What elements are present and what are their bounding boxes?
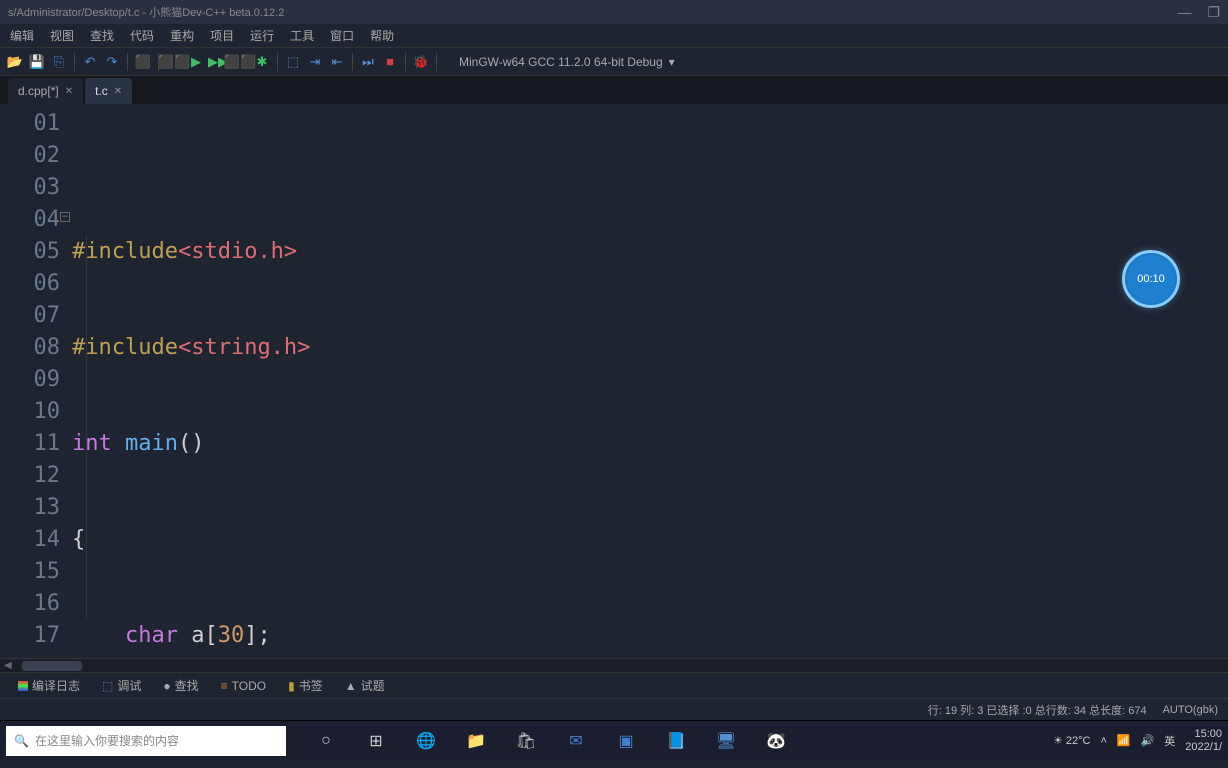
windows-taskbar: 🔍 在这里输入你要搜索的内容 ○ ⊞ 🌐 📁 🛍 ✉ ▣ 📘 🖥 🐼 ☀ 22°… — [0, 720, 1228, 760]
continue-icon[interactable]: ⏭ — [359, 53, 377, 71]
file-tabs: d.cpp[*] ✕ t.c ✕ — [0, 76, 1228, 104]
scrollbar-thumb[interactable] — [22, 661, 82, 671]
timer-widget[interactable]: 00:10 — [1122, 250, 1180, 308]
tab-tc[interactable]: t.c ✕ — [85, 78, 132, 104]
list-icon: ≡ — [221, 679, 228, 693]
tab-label: d.cpp[*] — [18, 84, 59, 98]
menu-tools[interactable]: 工具 — [284, 25, 320, 46]
menu-project[interactable]: 项目 — [204, 25, 240, 46]
clock[interactable]: 15:00 2022/1/ — [1185, 728, 1222, 754]
compile-icon[interactable]: ⬛ — [134, 53, 152, 71]
tab-compile-log[interactable]: 编译日志 — [8, 673, 90, 698]
bottom-panel-tabs: 编译日志 ⬚调试 ●查找 ≡TODO ▮书签 ▲试题 — [0, 672, 1228, 698]
compiler-dropdown[interactable]: MinGW-w64 GCC 11.2.0 64-bit Debug ▾ — [451, 53, 683, 71]
volume-icon[interactable]: 🔊 — [1141, 734, 1155, 747]
save-all-icon[interactable]: ⎘ — [50, 53, 68, 71]
menu-edit[interactable]: 编辑 — [4, 25, 40, 46]
horizontal-scrollbar[interactable]: ◀ — [0, 658, 1228, 672]
tab-problems[interactable]: ▲试题 — [335, 673, 395, 698]
tab-label: t.c — [95, 84, 108, 98]
run-icon[interactable]: ▶ — [187, 53, 205, 71]
stop-icon[interactable]: ■ — [381, 53, 399, 71]
search-icon: ● — [163, 679, 170, 693]
save-icon[interactable]: 💾 — [28, 53, 46, 71]
tray-up-icon[interactable]: ˄ — [1100, 735, 1106, 747]
edge-icon[interactable]: 🌐 — [410, 725, 442, 757]
undo-icon[interactable]: ↶ — [81, 53, 99, 71]
build-icon[interactable]: ⬛⬛ — [165, 53, 183, 71]
bookmark-icon: ▮ — [288, 679, 295, 693]
bars-icon — [18, 681, 28, 691]
tab-dcpp[interactable]: d.cpp[*] ✕ — [8, 78, 83, 104]
menu-help[interactable]: 帮助 — [364, 25, 400, 46]
task-view-icon[interactable]: ⊞ — [360, 725, 392, 757]
flask-icon: ▲ — [345, 679, 357, 693]
step-out-icon[interactable]: ⇤ — [328, 53, 346, 71]
app-icon-3[interactable]: 🖥 — [710, 725, 742, 757]
menu-run[interactable]: 运行 — [244, 25, 280, 46]
debug-icon: ⬚ — [102, 679, 113, 693]
rebuild-icon[interactable]: ⬛⬛ — [231, 53, 249, 71]
close-icon[interactable]: ✕ — [114, 86, 122, 97]
windows-search[interactable]: 🔍 在这里输入你要搜索的内容 — [6, 726, 286, 756]
menu-view[interactable]: 视图 — [44, 25, 80, 46]
tab-find[interactable]: ●查找 — [153, 673, 208, 698]
redo-icon[interactable]: ↷ — [103, 53, 121, 71]
close-icon[interactable]: ✕ — [65, 86, 73, 97]
devcpp-icon[interactable]: 🐼 — [760, 725, 792, 757]
titlebar: s/Administrator/Desktop/t.c - 小熊猫Dev-C++… — [0, 0, 1228, 24]
app-icon-2[interactable]: 📘 — [660, 725, 692, 757]
line-gutter: 01020304 05060708 09101112 13141516 17 — [0, 104, 72, 658]
tab-debug[interactable]: ⬚调试 — [92, 673, 151, 698]
search-icon: 🔍 — [14, 734, 29, 748]
minimize-button[interactable]: — — [1177, 4, 1191, 21]
window-title: s/Administrator/Desktop/t.c - 小熊猫Dev-C++… — [8, 4, 284, 20]
compiler-label: MinGW-w64 GCC 11.2.0 64-bit Debug — [459, 55, 663, 69]
code-area[interactable]: − #include<stdio.h> #include<string.h> i… — [72, 104, 1228, 658]
search-placeholder: 在这里输入你要搜索的内容 — [35, 732, 179, 749]
step-into-icon[interactable]: ⇥ — [306, 53, 324, 71]
indent-guide — [86, 236, 87, 620]
store-icon[interactable]: 🛍 — [510, 725, 542, 757]
encoding[interactable]: AUTO(gbk) — [1163, 704, 1218, 716]
menu-search[interactable]: 查找 — [84, 25, 120, 46]
chevron-down-icon: ▾ — [669, 55, 675, 69]
open-icon[interactable]: 📂 — [6, 53, 24, 71]
tab-todo[interactable]: ≡TODO — [211, 675, 276, 697]
bug-icon[interactable]: 🐞 — [412, 53, 430, 71]
cursor-position: 行: 19 列: 3 已选择 :0 总行数: 34 总长度: 674 — [928, 702, 1147, 718]
debug-icon[interactable]: ✱ — [253, 53, 271, 71]
editor[interactable]: 01020304 05060708 09101112 13141516 17 −… — [0, 104, 1228, 658]
tab-bookmark[interactable]: ▮书签 — [278, 673, 333, 698]
cortana-icon[interactable]: ○ — [310, 725, 342, 757]
ime-indicator[interactable]: 英 — [1164, 733, 1175, 749]
menubar: 编辑 视图 查找 代码 重构 项目 运行 工具 窗口 帮助 — [0, 24, 1228, 48]
explorer-icon[interactable]: 📁 — [460, 725, 492, 757]
app-icon[interactable]: ▣ — [610, 725, 642, 757]
menu-code[interactable]: 代码 — [124, 25, 160, 46]
wifi-icon[interactable]: 📶 — [1117, 734, 1131, 747]
toolbar: 📂 💾 ⎘ ↶ ↷ ⬛ ⬛⬛ ▶ ▶▶ ⬛⬛ ✱ ⬚ ⇥ ⇤ ⏭ ■ 🐞 Min… — [0, 48, 1228, 76]
mail-icon[interactable]: ✉ — [560, 725, 592, 757]
maximize-button[interactable]: ❐ — [1207, 4, 1220, 21]
window-controls: — ❐ — [1177, 4, 1220, 21]
weather-widget[interactable]: ☀ 22°C — [1053, 734, 1091, 747]
statusbar: 行: 19 列: 3 已选择 :0 总行数: 34 总长度: 674 AUTO(… — [0, 698, 1228, 720]
menu-window[interactable]: 窗口 — [324, 25, 360, 46]
step-over-icon[interactable]: ⬚ — [284, 53, 302, 71]
fold-icon[interactable]: − — [60, 212, 70, 222]
menu-refactor[interactable]: 重构 — [164, 25, 200, 46]
